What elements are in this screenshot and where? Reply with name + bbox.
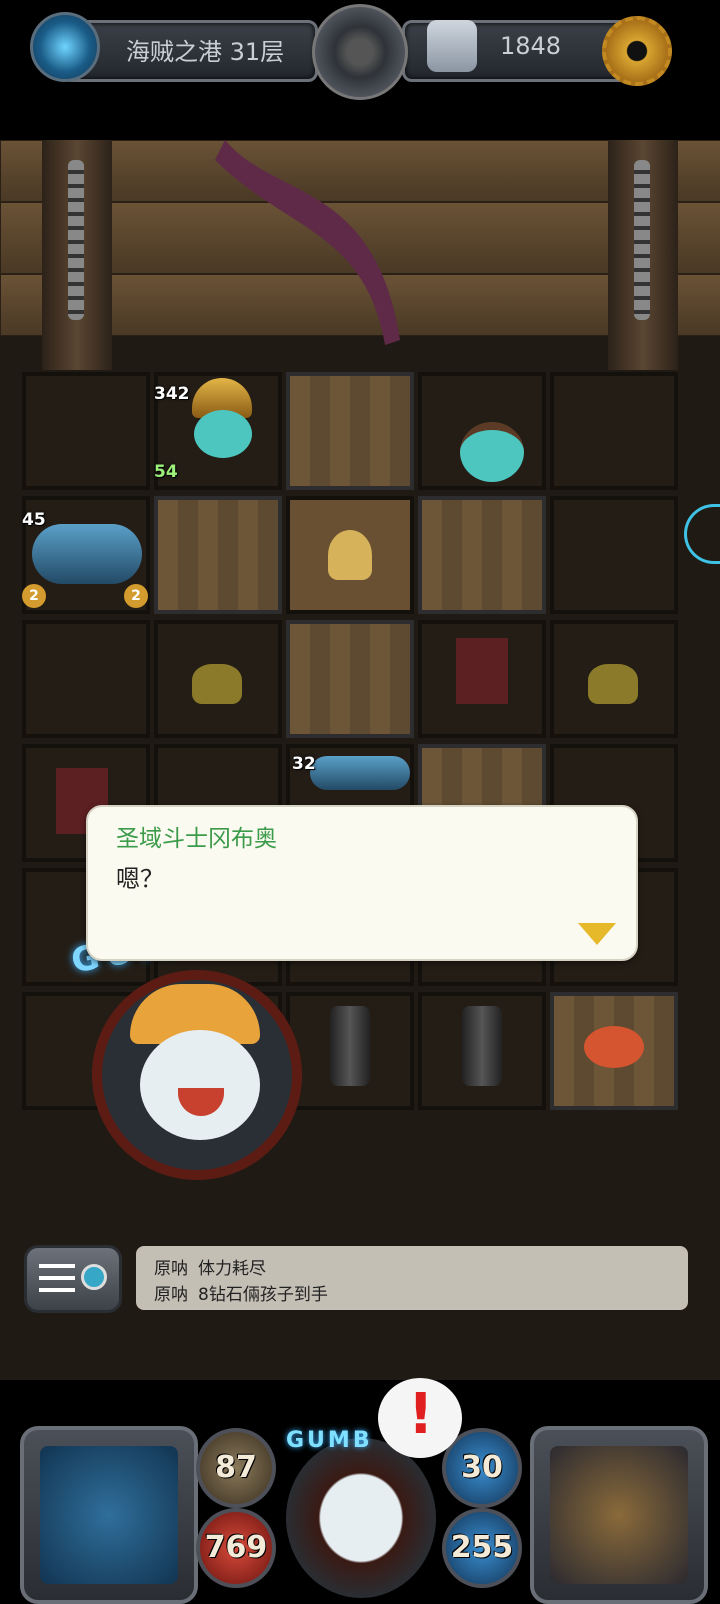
next-arrow-icon[interactable] (578, 923, 616, 945)
banner-tile[interactable] (418, 620, 546, 738)
top-bar: 海贼之港 31层 1848 (22, 4, 694, 100)
tile[interactable] (154, 620, 282, 738)
score-value: 1848 (500, 32, 562, 60)
shield-icon (427, 20, 477, 72)
tentacle (215, 140, 415, 350)
chat-sender: 原呐 (154, 1259, 188, 1279)
chat-lines-icon (39, 1264, 75, 1292)
tile[interactable] (154, 496, 282, 614)
bottom-hud: 87 769 30 255 GUMB ! (0, 1378, 720, 1604)
gear-icon[interactable] (602, 16, 672, 86)
dialog-text: 嗯？ (116, 865, 164, 893)
scholar-monster[interactable] (430, 408, 540, 498)
pirate-banner-icon (456, 638, 508, 704)
side-indicator-icon[interactable] (684, 504, 720, 564)
gumball-hero-logo: GUMB (286, 1428, 373, 1453)
face-icon (460, 422, 524, 482)
cannon-right-badge: 2 (124, 584, 148, 608)
cannon-body-icon (310, 756, 410, 790)
chat-message: 原呐 8钻石倆孩子到手 (154, 1280, 328, 1305)
attack-stat: 87 (196, 1428, 276, 1508)
medallion-icon (312, 4, 408, 100)
tile[interactable] (286, 620, 414, 738)
tile[interactable] (550, 496, 678, 614)
cannon-icon (462, 1006, 502, 1086)
alert-icon: ! (408, 1382, 434, 1447)
cannon-hp: 45 (22, 510, 46, 530)
portal-icon[interactable] (30, 12, 100, 82)
coral-icon (588, 664, 638, 704)
hp-stat: 769 (196, 1508, 276, 1588)
cannon-icon (330, 1006, 370, 1086)
dialog-box[interactable]: 圣域斗士冈布奥 嗯？ (86, 805, 638, 961)
cannon2-hp: 32 (292, 754, 316, 774)
treasure-card[interactable] (530, 1426, 708, 1604)
chat-text: 体力耗尽 (198, 1259, 266, 1279)
treasure-icon (550, 1446, 688, 1584)
gumball-avatar[interactable] (82, 960, 312, 1190)
tile[interactable] (286, 372, 414, 490)
tile[interactable] (22, 372, 150, 490)
chain-right (634, 160, 650, 320)
keyhole-icon (328, 530, 372, 580)
tile[interactable] (550, 620, 678, 738)
cannon-tile[interactable] (418, 992, 546, 1110)
locked-door-tile[interactable] (286, 496, 414, 614)
compass-card[interactable] (20, 1426, 198, 1604)
chat-log[interactable]: 原呐 体力耗尽 原呐 8钻石倆孩子到手 (136, 1246, 688, 1310)
tile[interactable] (22, 620, 150, 738)
cannon-left-badge: 2 (22, 584, 46, 608)
compass-icon (40, 1446, 178, 1584)
tile[interactable] (418, 496, 546, 614)
floor-label: 海贼之港 31层 (126, 38, 285, 66)
chain-left (68, 160, 84, 320)
game-board: 342 54 45 2 2 32 GUMBALL (0, 140, 720, 1380)
gumball-hero-avatar[interactable] (286, 1438, 436, 1598)
chat-text: 8钻石倆孩子到手 (198, 1285, 328, 1305)
chat-button[interactable] (24, 1245, 122, 1313)
cannon-body-icon (32, 524, 142, 584)
face-icon (194, 410, 252, 458)
crab-tile[interactable] (550, 992, 678, 1110)
tile[interactable] (550, 372, 678, 490)
dialog-speaker: 圣域斗士冈布奥 (116, 826, 277, 852)
coral-icon (192, 664, 242, 704)
warrior-hp: 342 (154, 384, 190, 404)
warrior-level: 54 (154, 462, 178, 482)
chat-sender: 原呐 (154, 1285, 188, 1305)
chat-message: 原呐 体力耗尽 (154, 1254, 266, 1279)
face-icon (140, 1030, 260, 1140)
mp-stat: 255 (442, 1508, 522, 1588)
alert-bubble[interactable]: ! (378, 1378, 462, 1458)
crab-icon (584, 1026, 644, 1068)
chat-dot-icon (81, 1264, 107, 1290)
